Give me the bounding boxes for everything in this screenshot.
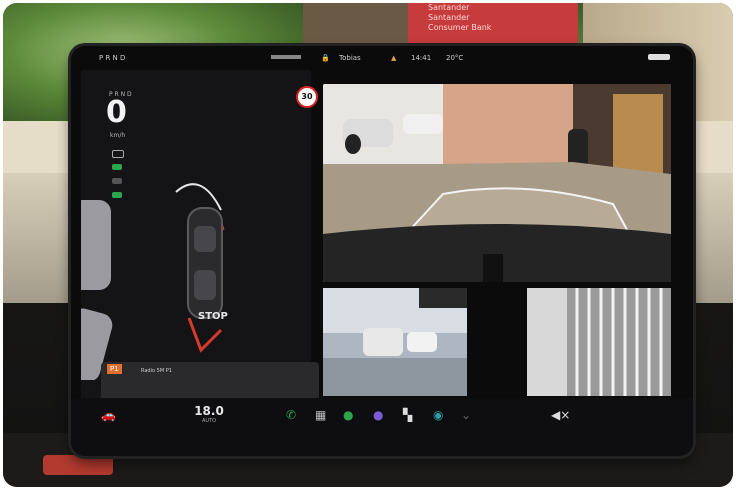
user-profile[interactable]: Tobias xyxy=(339,54,361,62)
left-camera-scene xyxy=(323,288,467,396)
temp-value: 18.0 xyxy=(194,404,224,418)
app-launcher-icon[interactable]: ▚ xyxy=(403,408,412,422)
bottom-dock: 🚗 18.0 AUTO ✆ ▦ ● ● ▚ ◉ ⌄ ◀× xyxy=(71,398,693,456)
temp-caption: AUTO xyxy=(201,418,217,424)
bank-sign-line: Santander xyxy=(428,3,470,12)
speed-unit: km/h xyxy=(110,132,126,139)
ego-car xyxy=(187,207,223,319)
red-light xyxy=(43,455,113,475)
rear-camera-scene xyxy=(323,84,671,282)
status-bar: P R N D 🔒 Tobias ▲ 14:41 20°C xyxy=(71,46,693,70)
calendar-icon[interactable]: ▦ xyxy=(315,408,326,422)
rear-warning-arc xyxy=(187,317,223,353)
spotify-icon[interactable]: ● xyxy=(343,408,353,422)
right-repeater-camera[interactable] xyxy=(527,288,671,396)
volume-icon[interactable]: ◀× xyxy=(551,408,570,422)
bank-sign: Santander Santander Consumer Bank xyxy=(408,3,578,45)
rear-camera-view[interactable] xyxy=(323,84,671,282)
prnd-indicator: P R N D xyxy=(99,54,126,62)
driving-visualization: P R N D 0 km/h STOP P1 Radio 5M P1 xyxy=(81,70,319,418)
camera-app-icon[interactable]: ◉ xyxy=(433,408,443,422)
touchscreen: P R N D 🔒 Tobias ▲ 14:41 20°C P R N D 0 … xyxy=(71,46,693,456)
lock-icon[interactable]: 🔒 xyxy=(321,54,330,62)
climate-temp[interactable]: 18.0 AUTO xyxy=(189,404,229,424)
path-arc xyxy=(175,183,222,211)
right-camera-scene xyxy=(527,288,671,396)
media-icon[interactable]: ● xyxy=(373,408,383,422)
stop-label: STOP xyxy=(198,311,228,322)
speed-readout: 0 xyxy=(106,95,127,130)
phone-icon[interactable]: ✆ xyxy=(286,408,296,422)
clock: 14:41 xyxy=(411,54,432,62)
app-logo-icon xyxy=(648,54,670,60)
car-icon[interactable]: 🚗 xyxy=(101,408,116,422)
outside-temp: 20°C xyxy=(446,54,464,62)
speed-limit-sign: 30 xyxy=(296,86,318,108)
left-parked-car xyxy=(81,200,113,380)
signal-icon xyxy=(271,55,301,59)
media-source-badge: P1 xyxy=(107,364,122,374)
warning-icon: ▲ xyxy=(391,54,397,62)
more-icon[interactable]: ⌄ xyxy=(461,408,471,422)
surroundings-svg xyxy=(81,183,225,380)
track-title: Radio 5M P1 xyxy=(141,368,172,374)
left-repeater-camera[interactable] xyxy=(323,288,467,396)
photo-scene: Santander Santander Consumer Bank P R N … xyxy=(3,3,733,487)
bank-sign-line: Santander xyxy=(428,13,470,22)
bank-sign-line: Consumer Bank xyxy=(428,23,492,32)
camera-views xyxy=(323,84,671,396)
